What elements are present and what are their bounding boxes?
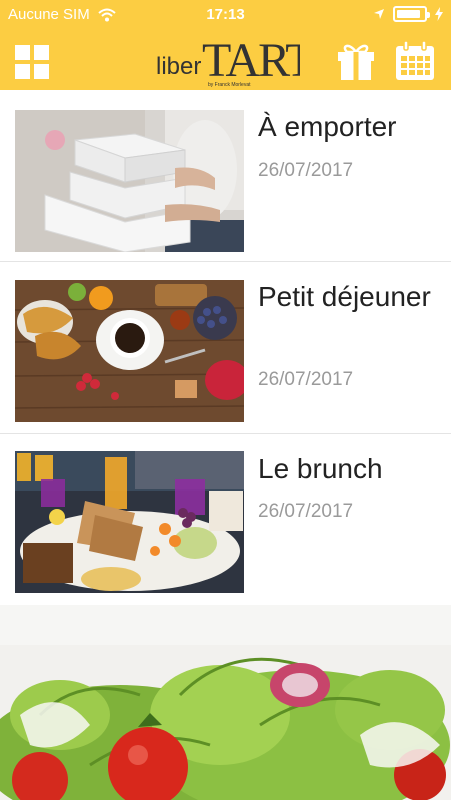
nav-bar: liber TART by Franck Morlevat bbox=[0, 30, 451, 90]
breakfast-table-photo bbox=[15, 280, 244, 422]
takeaway-boxes-photo bbox=[15, 110, 244, 252]
location-arrow-icon bbox=[374, 9, 384, 19]
battery-fill bbox=[397, 10, 420, 18]
battery-icon bbox=[393, 6, 430, 22]
item-date: 26/07/2017 bbox=[258, 501, 354, 522]
status-bar: Aucune SIM 17:13 bbox=[0, 0, 451, 30]
item-title: Le brunch bbox=[258, 453, 383, 484]
item-title: À emporter bbox=[258, 111, 397, 142]
brunch-table-photo bbox=[15, 451, 244, 593]
logo-text-left: liber bbox=[156, 53, 201, 80]
list-item[interactable]: Petit déjeuner 26/07/2017 bbox=[0, 262, 451, 434]
logo-text-right: TART bbox=[202, 34, 300, 87]
grid-menu-icon[interactable] bbox=[14, 44, 50, 80]
item-date: 26/07/2017 bbox=[258, 369, 354, 390]
list-item[interactable]: Le brunch 26/07/2017 bbox=[0, 434, 451, 606]
calendar-icon[interactable] bbox=[393, 40, 437, 82]
charging-bolt-icon bbox=[435, 7, 443, 21]
salad-photo[interactable] bbox=[0, 605, 451, 800]
item-date: 26/07/2017 bbox=[258, 160, 354, 181]
gift-icon[interactable] bbox=[335, 40, 377, 82]
app-header: Aucune SIM 17:13 liber TART by Franck Mo… bbox=[0, 0, 451, 90]
libertart-logo: liber TART by Franck Morlevat bbox=[156, 34, 300, 88]
logo-tagline: by Franck Morlevat bbox=[208, 82, 251, 88]
status-right bbox=[373, 6, 443, 22]
list-item[interactable]: À emporter 26/07/2017 bbox=[0, 90, 451, 262]
item-title: Petit déjeuner bbox=[258, 281, 431, 312]
